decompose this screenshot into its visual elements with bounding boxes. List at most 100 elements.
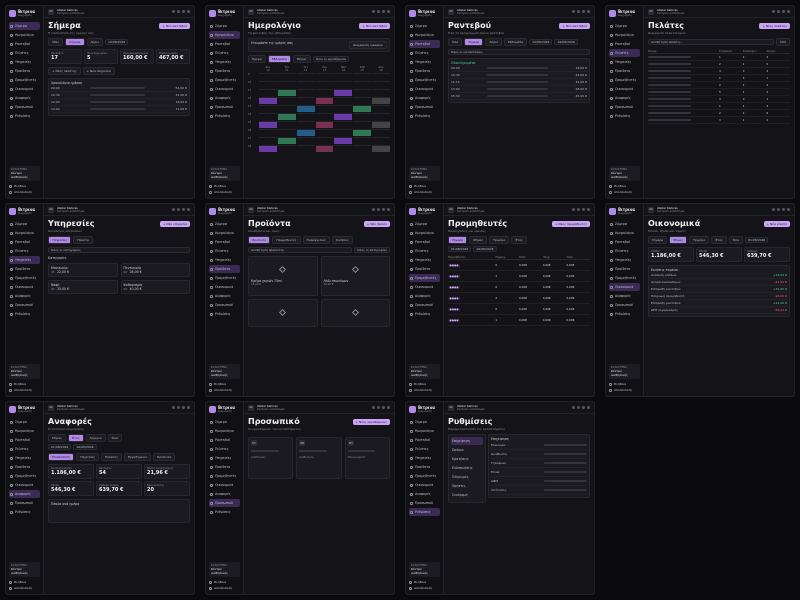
product-card[interactable] — [320, 299, 390, 327]
product-card[interactable]: Λάδι επωνύμων 26,00 € — [320, 256, 390, 296]
table-row[interactable]: 1 3 1 — [648, 75, 790, 82]
settings-field[interactable]: Email — [491, 468, 587, 477]
date-field[interactable]: 01/08/2026 — [745, 237, 769, 243]
store-switcher[interactable]: ΚΑΤΑΣΤΗΜΑ Κέντρο αισθητικής — [209, 364, 240, 379]
settings-icon[interactable] — [382, 406, 385, 409]
staff-filter[interactable]: Όλοι οι εργαζόμενοι — [312, 56, 350, 62]
sidebar-item-9[interactable]: Προσωπικό — [609, 103, 640, 111]
settings-icon[interactable] — [782, 10, 785, 13]
appointment-row[interactable]: 09:00 18,00 € — [451, 65, 587, 72]
appointment-block[interactable] — [372, 145, 390, 152]
tab-3[interactable]: Κινήσεις — [331, 236, 353, 244]
bell-icon[interactable] — [372, 208, 375, 211]
slot-cell[interactable] — [372, 81, 390, 88]
user-avatar[interactable]: AS — [48, 206, 54, 213]
sidebar-item-10[interactable]: Ρυθμίσεις — [409, 310, 440, 318]
slot-cell[interactable] — [353, 113, 372, 120]
tab-2[interactable]: Τρίμηνο — [85, 434, 106, 442]
appointment-block[interactable] — [315, 121, 334, 128]
slot-cell[interactable] — [353, 121, 372, 128]
table-row[interactable]: 2 1 5 — [648, 61, 790, 68]
timeline-item[interactable]: 10:30 32,00 € — [51, 92, 187, 99]
logout-link[interactable]: Αποσύνδεση — [409, 585, 440, 591]
tab-0[interactable]: Υπηρεσίες — [48, 236, 72, 244]
staff-card[interactable]: ΜΑ Αισθητικός — [296, 437, 342, 479]
store-selector[interactable]: Atelier Kallonis Κεντρικό κατάστημα — [457, 206, 484, 213]
sidebar-item-9[interactable]: Προσωπικό — [609, 301, 640, 309]
logout-link[interactable]: Αποσύνδεση — [9, 585, 40, 591]
slot-cell[interactable] — [315, 105, 334, 112]
sidebar-item-6[interactable]: Προμηθευτές — [409, 274, 440, 282]
appointment-block[interactable] — [334, 89, 353, 96]
sidebar-item-5[interactable]: Προϊόντα — [209, 463, 240, 471]
slot-cell[interactable] — [277, 129, 296, 136]
tab-0[interactable]: + Νέος πελάτης — [48, 67, 81, 75]
tab-0[interactable]: Σήμερα — [648, 236, 668, 244]
tab-4[interactable]: Προϊόντα — [153, 453, 176, 461]
slot-cell[interactable] — [296, 73, 315, 80]
slot-cell[interactable] — [334, 121, 353, 128]
tab-3[interactable]: Έτος — [511, 236, 527, 244]
sidebar-item-1[interactable]: Ημερολόγιο — [409, 31, 440, 39]
user-icon[interactable] — [587, 406, 590, 409]
moon-icon[interactable] — [577, 406, 580, 409]
sidebar-item-0[interactable]: Σήμερα — [209, 22, 240, 30]
sidebar-item-5[interactable]: Προϊόντα — [409, 67, 440, 75]
slot-cell[interactable] — [334, 73, 353, 80]
sidebar-item-9[interactable]: Προσωπικό — [9, 103, 40, 111]
user-icon[interactable] — [187, 10, 190, 13]
sidebar-item-3[interactable]: Πελάτες — [9, 247, 40, 255]
money-move[interactable]: Είσπραξη ραντεβού +32,00 € — [651, 286, 787, 293]
sidebar-item-1[interactable]: Ημερολόγιο — [209, 229, 240, 237]
sidebar-item-8[interactable]: Αναφορές — [209, 490, 240, 498]
sidebar-item-0[interactable]: Σήμερα — [409, 22, 440, 30]
user-avatar[interactable]: AS — [448, 8, 454, 15]
tab-1[interactable]: Εβδομάδα — [267, 55, 291, 63]
slot-cell[interactable] — [296, 97, 315, 104]
slot-cell[interactable] — [277, 145, 296, 152]
timeline-item[interactable]: 14:00 72,00 € — [51, 106, 187, 113]
logout-link[interactable]: Αποσύνδεση — [9, 189, 40, 195]
settings-menu-item[interactable]: Χρήστες — [451, 482, 483, 490]
sidebar-item-2[interactable]: Ραντεβού — [9, 238, 40, 246]
sidebar-item-0[interactable]: Σήμερα — [409, 418, 440, 426]
slot-cell[interactable] — [372, 113, 390, 120]
sidebar-item-4[interactable]: Υπηρεσίες — [209, 454, 240, 462]
slot-cell[interactable] — [296, 89, 315, 96]
sidebar-item-8[interactable]: Αναφορές — [9, 94, 40, 102]
sidebar-item-2[interactable]: Ραντεβού — [9, 40, 40, 48]
slot-cell[interactable] — [334, 145, 353, 152]
tab-2[interactable]: Παραγγελίες — [302, 236, 330, 244]
sidebar-item-8[interactable]: Αναφορές — [209, 94, 240, 102]
sidebar-item-7[interactable]: Οικονομικά — [9, 481, 40, 489]
slot-cell[interactable] — [259, 129, 277, 136]
store-switcher[interactable]: ΚΑΤΑΣΤΗΜΑ Κέντρο αισθητικής — [609, 364, 640, 379]
user-icon[interactable] — [587, 10, 590, 13]
sidebar-item-6[interactable]: Προμηθευτές — [609, 274, 640, 282]
tab-3[interactable]: Εργαζόμενοι — [123, 453, 152, 461]
store-selector[interactable]: Atelier Kallonis Κεντρικό κατάστημα — [457, 8, 484, 15]
slot-cell[interactable] — [259, 137, 277, 144]
settings-icon[interactable] — [582, 208, 585, 211]
slot-cell[interactable] — [277, 97, 296, 104]
slot-cell[interactable] — [315, 73, 334, 80]
store-switcher[interactable]: ΚΑΤΑΣΤΗΜΑ Κέντρο αισθητικής — [409, 364, 440, 379]
slot-cell[interactable] — [315, 129, 334, 136]
sidebar-item-1[interactable]: Ημερολόγιο — [209, 31, 240, 39]
sidebar-item-2[interactable]: Ραντεβού — [409, 238, 440, 246]
table-row[interactable]: ●●●● 0 0,00€ 0,00€ 0,00€ — [448, 282, 590, 293]
tab-2[interactable]: Τρίμηνο — [489, 236, 510, 244]
tab-3[interactable]: Όλα — [107, 434, 122, 442]
store-switcher[interactable]: ΚΑΤΑΣΤΗΜΑ Κέντρο αισθητικής — [9, 562, 40, 577]
slot-cell[interactable] — [259, 81, 277, 88]
tab-0[interactable]: Ημέρα — [248, 55, 266, 63]
tab-0[interactable]: Προϊόντα — [248, 236, 271, 244]
appointment-block[interactable] — [296, 129, 315, 136]
slot-cell[interactable] — [334, 105, 353, 112]
sidebar-item-3[interactable]: Πελάτες — [9, 445, 40, 453]
tab-0[interactable]: Σήμερα — [448, 236, 468, 244]
slot-cell[interactable] — [259, 73, 277, 80]
sidebar-item-7[interactable]: Οικονομικά — [209, 283, 240, 291]
service-card[interactable]: Πεντικιούρ 60' 28,00 € — [120, 263, 190, 277]
timeline-item[interactable]: 09:00 54,00 € — [51, 85, 187, 92]
